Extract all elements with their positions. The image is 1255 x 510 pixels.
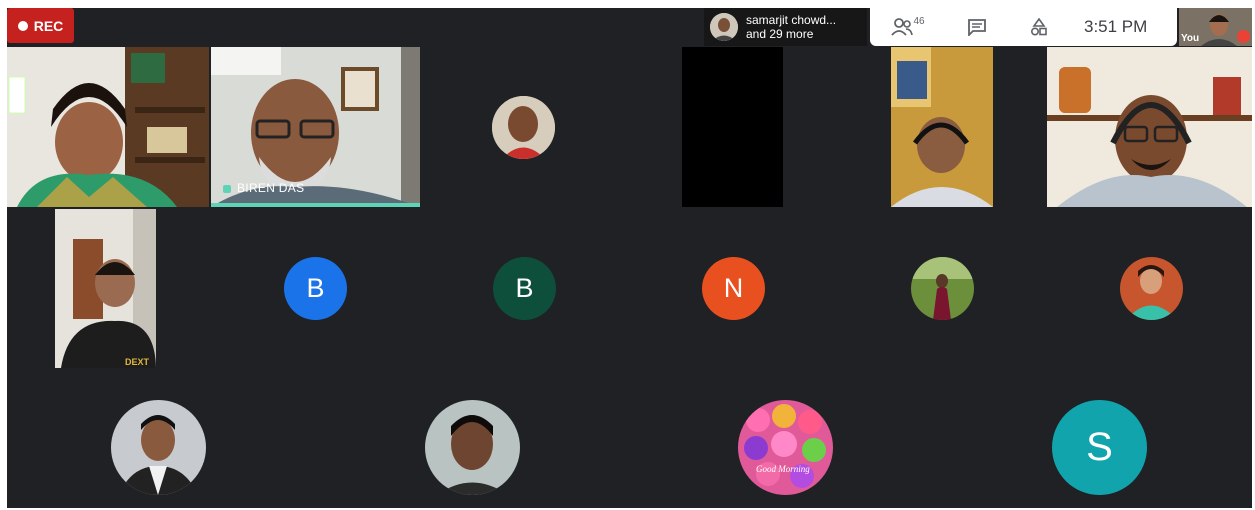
participant-avatar-photo-4[interactable] xyxy=(111,400,206,495)
participant-avatar-photo-1[interactable] xyxy=(492,96,555,159)
participant-video-active-speaker[interactable]: BIREN DAS xyxy=(211,47,420,207)
self-view[interactable]: You xyxy=(1179,8,1252,46)
participant-avatar-photo-2[interactable] xyxy=(911,257,974,320)
avatar-initial: B xyxy=(306,273,325,303)
participant-video-right[interactable] xyxy=(1047,47,1252,207)
speaking-bar xyxy=(211,203,420,207)
participant-video-1[interactable] xyxy=(7,47,209,207)
avatar-photo xyxy=(738,400,833,495)
participant-name: BIREN DAS xyxy=(237,181,305,195)
recording-label: REC xyxy=(33,17,64,34)
avatar-photo xyxy=(710,13,738,41)
activities-icon xyxy=(1030,18,1047,36)
avatar-photo xyxy=(425,400,520,495)
participant-avatar-b2[interactable]: B xyxy=(493,257,556,320)
people-icon xyxy=(891,18,914,36)
participant-avatar-photo-3[interactable] xyxy=(1120,257,1183,320)
avatar-initial: B xyxy=(515,273,534,303)
participant-avatar-s[interactable]: S xyxy=(1052,400,1147,495)
avatar-initial: S xyxy=(1086,425,1113,469)
meeting-grid: REC BIREN DAS DEXT B B N Good Morning S … xyxy=(7,8,1252,508)
video-frame: DEXT xyxy=(55,209,156,368)
participant-video-row2[interactable]: DEXT xyxy=(55,209,156,368)
participant-avatar-photo-5[interactable] xyxy=(425,400,520,495)
meeting-clock: 3:51 PM xyxy=(1084,17,1148,36)
recording-badge: REC xyxy=(7,8,74,43)
presenter-avatar xyxy=(710,13,738,41)
photo-caption: Good Morning xyxy=(756,464,810,474)
participant-video-headset[interactable] xyxy=(891,47,993,207)
presenter-name: samarjit chowd... xyxy=(746,13,837,27)
people-count: 46 xyxy=(913,15,925,27)
svg-text:DEXT: DEXT xyxy=(125,357,150,367)
video-frame xyxy=(1047,47,1252,207)
participant-avatar-b1[interactable]: B xyxy=(284,257,347,320)
presenter-others: and 29 more xyxy=(746,27,814,41)
presenter-chip[interactable]: samarjit chowd... and 29 more xyxy=(704,8,867,46)
avatar-photo xyxy=(1120,257,1183,320)
speaking-indicator-icon xyxy=(223,185,231,193)
people-button[interactable]: 46 xyxy=(870,8,946,46)
participant-avatar-photo-6[interactable]: Good Morning xyxy=(738,400,833,495)
chat-icon xyxy=(968,19,986,36)
avatar-photo xyxy=(492,96,555,159)
participant-video-black[interactable] xyxy=(682,47,783,207)
self-view-label: You xyxy=(1181,33,1200,44)
avatar-photo xyxy=(911,257,974,320)
video-frame xyxy=(7,47,209,207)
video-frame xyxy=(891,47,993,207)
avatar-initial: N xyxy=(723,273,744,303)
record-dot-icon xyxy=(17,20,28,31)
activities-button[interactable] xyxy=(1008,8,1070,46)
avatar-photo xyxy=(111,400,206,495)
participant-avatar-n[interactable]: N xyxy=(702,257,765,320)
chat-button[interactable] xyxy=(946,8,1008,46)
mic-off-icon xyxy=(1237,30,1250,43)
meeting-toolbar: 46 3:51 PM xyxy=(870,8,1177,46)
